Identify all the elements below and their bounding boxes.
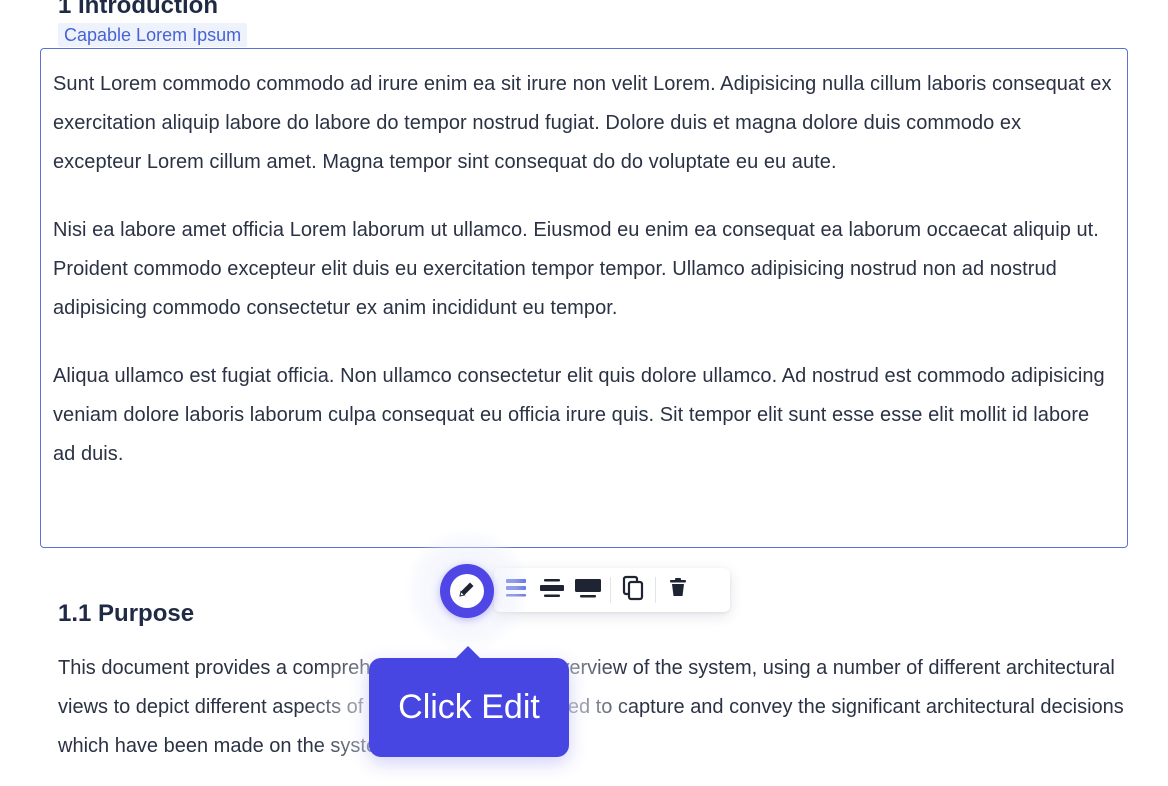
- editor-page: 1 Introduction Capable Lorem Ipsum Sunt …: [0, 0, 1168, 786]
- toolbar-divider: [655, 577, 656, 603]
- full-width-button[interactable]: [570, 572, 606, 608]
- edit-button[interactable]: [440, 564, 494, 618]
- wide-width-button[interactable]: [534, 572, 570, 608]
- block-paragraph: Sunt Lorem commodo commodo ad irure enim…: [53, 73, 1112, 173]
- block-type-label: Capable Lorem Ipsum: [58, 23, 248, 47]
- onboarding-tooltip: Click Edit: [369, 658, 569, 757]
- pencil-icon: [457, 579, 477, 604]
- section-heading-purpose: 1.1 Purpose: [58, 600, 195, 627]
- toolbar-divider: [610, 577, 611, 603]
- delete-button[interactable]: [660, 572, 696, 608]
- edit-button-inner: [450, 574, 484, 608]
- align-center-width-icon: [539, 576, 565, 605]
- section-heading-introduction: 1 Introduction: [58, 0, 218, 14]
- trash-icon: [669, 577, 687, 603]
- full-width-icon: [574, 576, 602, 605]
- block-paragraph: Aliqua ullamco est fugiat officia. Non u…: [53, 365, 1105, 465]
- selected-content-block[interactable]: Sunt Lorem commodo commodo ad irure enim…: [40, 48, 1128, 548]
- copy-icon: [621, 575, 645, 606]
- duplicate-button[interactable]: [615, 572, 651, 608]
- block-paragraph: Nisi ea labore amet officia Lorem laboru…: [53, 219, 1099, 319]
- block-toolbar: [494, 568, 730, 612]
